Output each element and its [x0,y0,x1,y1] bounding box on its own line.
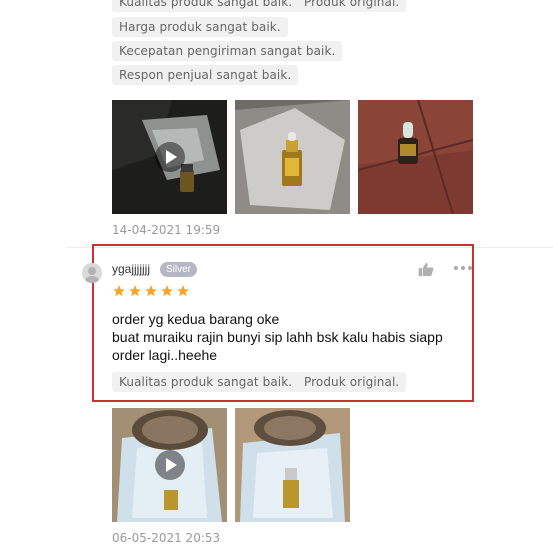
review-timestamp: 14-04-2021 19:59 [112,223,221,237]
star-icon [177,285,189,297]
tag-price: Harga produk sangat baik. [112,17,288,37]
thumbs-up-icon[interactable] [418,262,434,277]
review-body: order yg kedua barang oke buat muraiku r… [112,310,443,364]
tag-shipping: Kecepatan pengiriman sangat baik. [112,41,343,61]
tag-original: Produk original. [297,372,407,392]
tag-quality: Kualitas produk sangat baik. [112,372,300,392]
review-line: buat muraiku rajin bunyi sip lahh bsk ka… [112,329,443,345]
review-video-thumbnail[interactable] [112,100,227,214]
bottle-photo-image [235,100,350,214]
bottle-photo-image [358,100,473,214]
member-badge: Silver [160,262,198,277]
bottle-photo-image [235,408,350,522]
review-photo-thumbnail[interactable] [235,100,350,214]
star-icon [113,285,125,297]
review-line: order yg kedua barang oke [112,311,280,327]
more-dots-icon[interactable] [454,266,472,272]
user-avatar[interactable] [82,263,102,283]
review-photo-thumbnail[interactable] [358,100,473,214]
tag-seller-response: Respon penjual sangat baik. [112,65,299,85]
tag-original: Produk original. [297,0,407,12]
tag-quality: Kualitas produk sangat baik. [112,0,300,12]
review-photo-thumbnail[interactable] [235,408,350,522]
review-timestamp: 06-05-2021 20:53 [112,531,221,545]
review-line: order lagi..heehe [112,347,218,363]
play-icon[interactable] [154,450,185,480]
star-icon [129,285,141,297]
reviewer-username[interactable]: ygajjjjjjj [112,262,150,276]
star-rating [112,284,190,298]
review-video-thumbnail[interactable] [112,408,227,522]
play-icon[interactable] [154,142,185,172]
star-icon [161,285,173,297]
star-icon [145,285,157,297]
